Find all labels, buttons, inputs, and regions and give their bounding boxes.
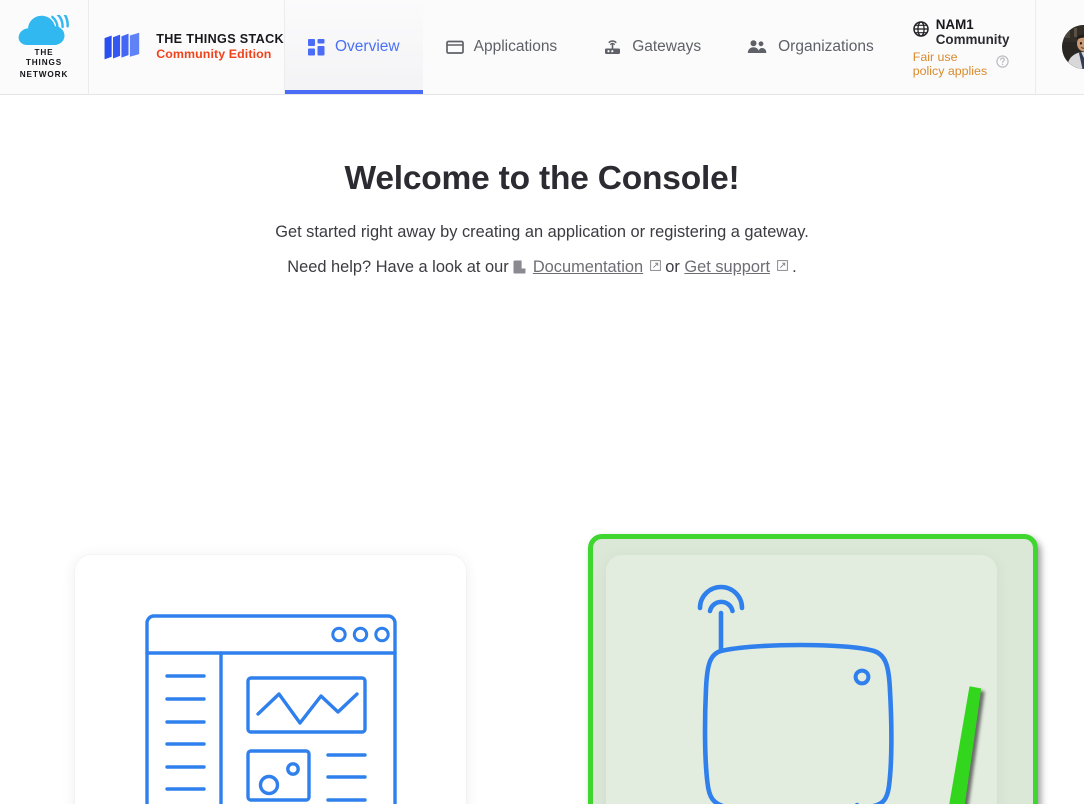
things-stack-logo[interactable]: THE THINGS STACK Community Edition [89, 0, 285, 94]
cluster-type: Community [935, 31, 1010, 47]
main-content: Welcome to the Console! Get started righ… [0, 160, 1084, 804]
create-application-card[interactable]: Create an application [75, 555, 466, 804]
ttn-logo-line1: THE THINGS [25, 47, 63, 67]
get-support-link[interactable]: Get support [684, 258, 770, 276]
page-title: Welcome to the Console! [344, 160, 740, 197]
ttn-logo-line2: NETWORK [19, 69, 69, 79]
cluster-name: NAM1 [935, 16, 974, 32]
external-link-icon-2 [772, 257, 792, 275]
external-link-icon [645, 257, 665, 275]
browser-dashboard-illustration [75, 555, 466, 804]
nav-label-overview: Overview [335, 38, 400, 55]
user-menu[interactable] [1035, 0, 1084, 94]
cluster-selector[interactable]: NAM1 Community Fair use policy applies [897, 0, 1036, 94]
main-navigation: Overview Applications Gateways Organizat… [285, 0, 1035, 94]
nav-item-overview[interactable]: Overview [285, 0, 423, 94]
stack-title: THE THINGS STACK [156, 32, 284, 46]
page-subtitle: Get started right away by creating an ap… [275, 223, 809, 241]
avatar[interactable] [1061, 25, 1084, 69]
nav-item-organizations[interactable]: Organizations [724, 0, 897, 94]
grid-icon [308, 38, 325, 56]
gateway-icon [603, 38, 622, 56]
nav-label-applications: Applications [473, 38, 558, 55]
nav-item-applications[interactable]: Applications [423, 0, 581, 94]
help-or-text: or [665, 258, 680, 276]
stack-edition: Community Edition [156, 47, 272, 61]
documentation-link[interactable]: Documentation [533, 258, 643, 276]
shortcut-cards: Create an application Regis [0, 534, 1084, 804]
gateway-device-illustration [606, 555, 997, 804]
help-line: Need help? Have a look at our Documentat… [0, 257, 1084, 279]
help-prefix-text: Need help? Have a look at our [287, 258, 509, 276]
nav-item-gateways[interactable]: Gateways [580, 0, 724, 94]
app-header: THE THINGS NETWORK THE THINGS STACK Comm… [0, 0, 1084, 95]
organizations-icon [747, 39, 768, 55]
things-network-logo[interactable]: THE THINGS NETWORK [0, 0, 89, 94]
register-gateway-card[interactable]: Register a gateway [606, 555, 997, 804]
book-icon [513, 260, 531, 278]
fair-use-policy-link[interactable]: Fair use policy applies [913, 50, 992, 78]
application-icon [445, 38, 464, 56]
cloud-signal-icon [18, 14, 69, 45]
stack-books-icon [104, 32, 140, 60]
nav-label-gateways: Gateways [632, 38, 702, 55]
question-mark-icon[interactable] [996, 54, 1010, 73]
globe-icon [913, 21, 929, 42]
nav-label-organizations: Organizations [778, 38, 874, 55]
help-suffix-text: . [792, 258, 797, 276]
